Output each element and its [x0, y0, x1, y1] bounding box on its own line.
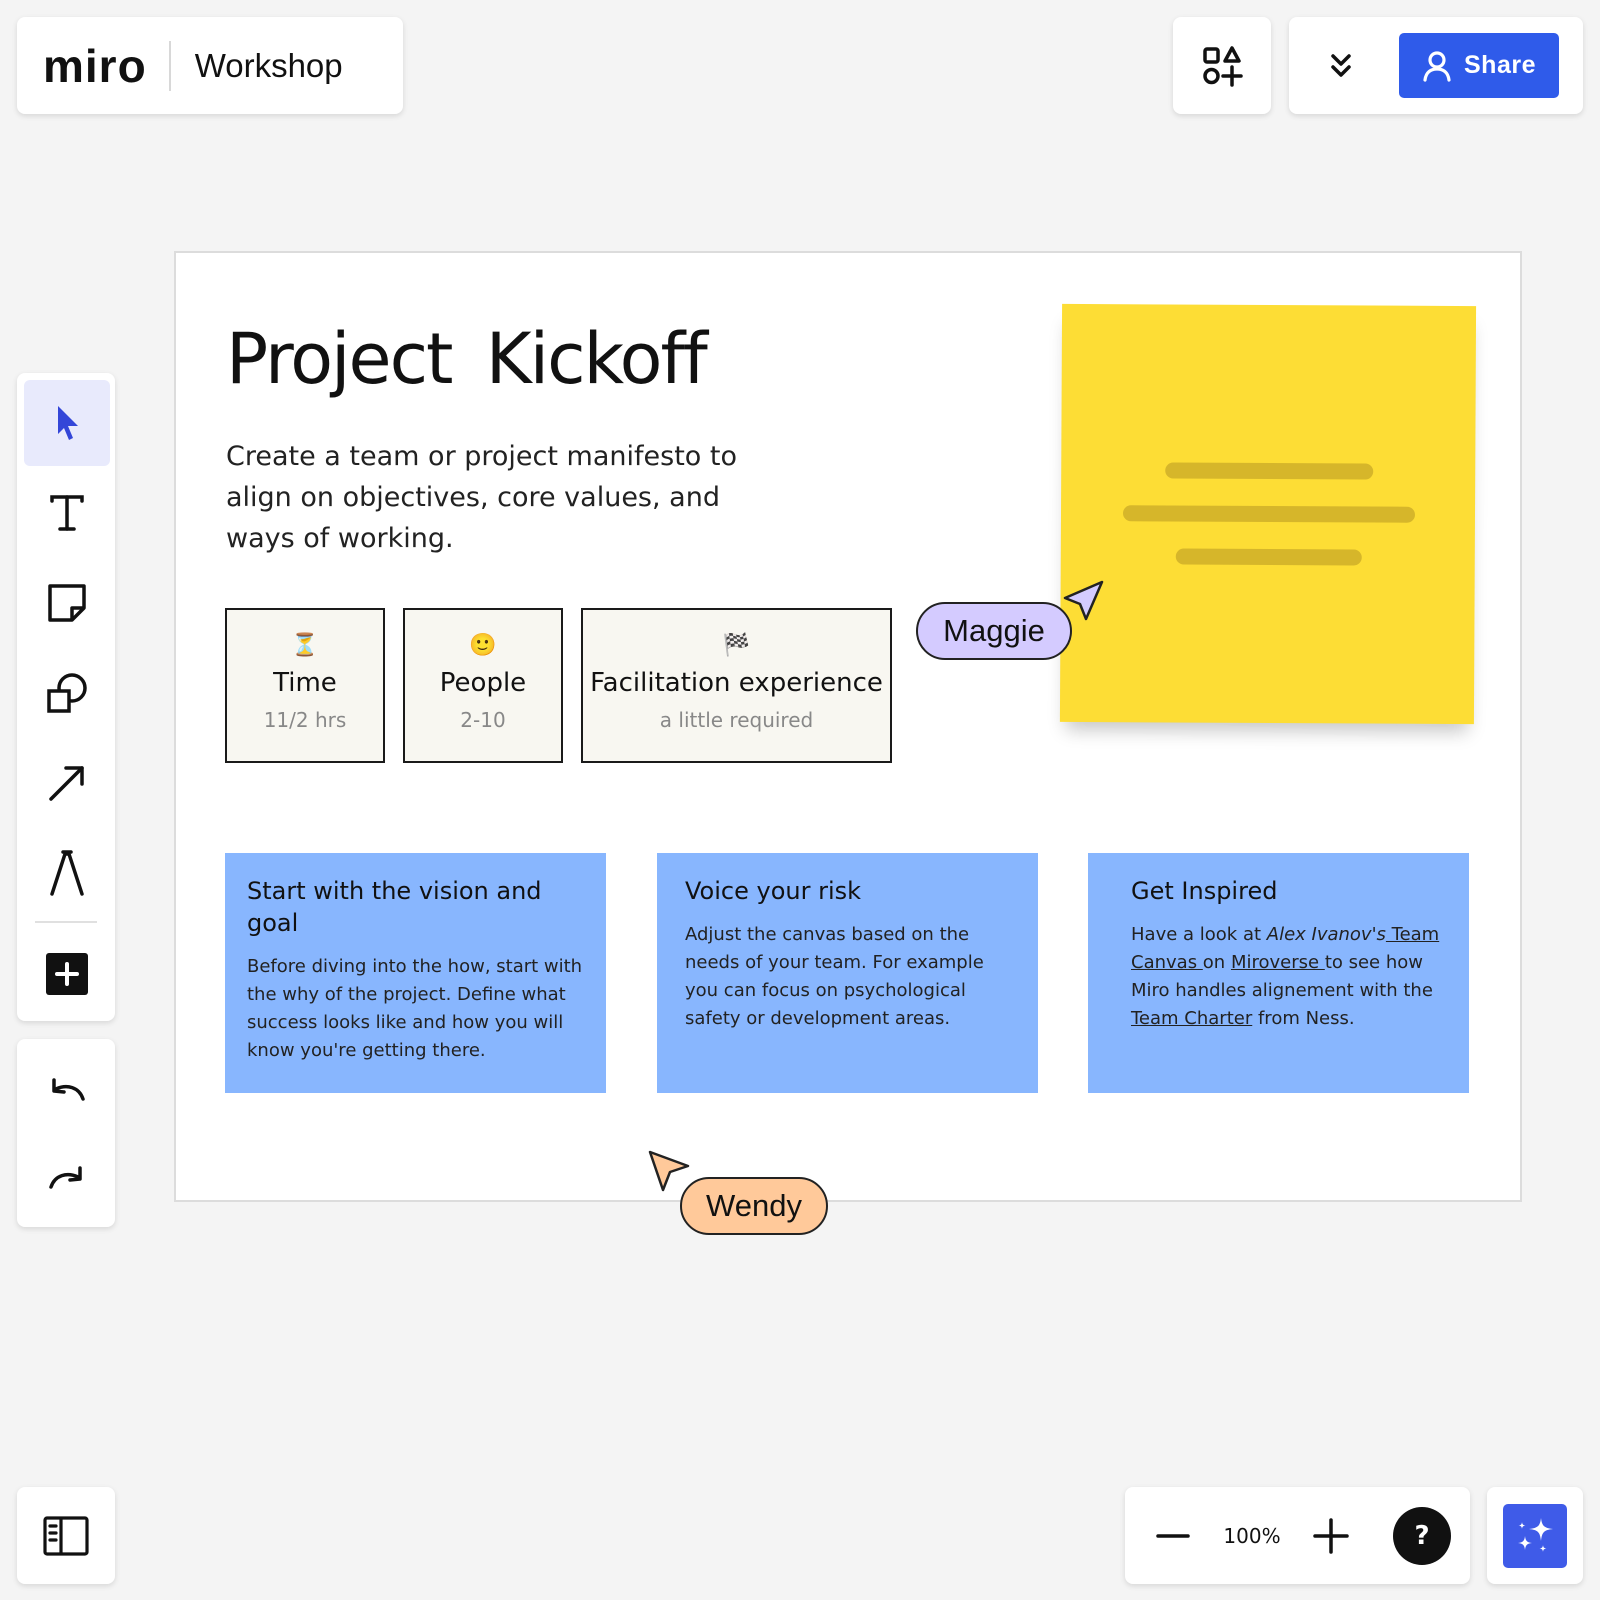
cursor-icon: [58, 406, 78, 440]
sidebar-toggle-button[interactable]: [17, 1487, 115, 1584]
checkered-flag-icon: 🏁: [722, 633, 751, 658]
zoom-out-button[interactable]: [1149, 1512, 1197, 1560]
collaborator-label-wendy: Wendy: [680, 1177, 828, 1235]
redo-icon: [49, 1166, 82, 1189]
header-divider: [168, 40, 171, 91]
maggie-cursor-icon: [1063, 580, 1104, 621]
sticky-text-placeholder: [1122, 505, 1416, 523]
card-body: Before diving into the how, start with t…: [247, 956, 583, 1061]
ai-assist-panel: [1487, 1487, 1583, 1584]
shapes-tool[interactable]: [24, 650, 110, 736]
undo-icon: [52, 1078, 85, 1101]
zoom-controls: 100% ?: [1125, 1487, 1470, 1584]
card-get-inspired[interactable]: Get Inspired Have a look at Alex Ivanov'…: [1088, 853, 1469, 1093]
left-toolbar: [17, 373, 115, 1021]
info-card-label: People: [439, 668, 527, 698]
zoom-in-button[interactable]: [1307, 1512, 1355, 1560]
info-card-value: 11/2 hrs: [263, 708, 347, 732]
frame-subtitle[interactable]: Create a team or project manifesto to al…: [226, 436, 756, 559]
yellow-sticky-note[interactable]: [1059, 303, 1477, 725]
chevrons-down-icon: [1331, 53, 1351, 77]
arrow-icon: [49, 766, 84, 801]
card-title: Voice your risk: [685, 877, 862, 905]
sticky-note-icon: [48, 584, 86, 622]
plus-icon: [1313, 1517, 1349, 1554]
pen-icon: [50, 850, 84, 896]
frame-title[interactable]: Project Kickoff: [226, 318, 708, 400]
info-card-facilitation[interactable]: 🏁 Facilitation experience a little requi…: [581, 608, 892, 763]
sticky-text-placeholder: [1165, 462, 1374, 480]
card-body-text: Have a look at: [1131, 924, 1267, 945]
miroverse-link[interactable]: Miroverse: [1231, 952, 1325, 973]
miro-logo[interactable]: miro: [43, 39, 147, 93]
hourglass-icon: ⏳: [291, 633, 319, 658]
history-toolbar: [17, 1039, 115, 1227]
collaborator-label-maggie: Maggie: [916, 602, 1072, 660]
sticky-note-tool[interactable]: [24, 560, 110, 646]
share-button[interactable]: Share: [1399, 33, 1559, 98]
wendy-cursor-icon: [648, 1150, 690, 1192]
card-title: Start with the vision and goal: [247, 877, 542, 937]
more-tools-button[interactable]: [24, 931, 110, 1017]
card-body: Have a look at Alex Ivanov's Team Canvas…: [1131, 921, 1451, 1033]
pen-tool[interactable]: [24, 830, 110, 916]
minus-icon: [1156, 1533, 1190, 1538]
share-label: Share: [1464, 51, 1536, 79]
apps-panel: [1173, 17, 1271, 114]
board-name[interactable]: Workshop: [195, 47, 343, 85]
expand-collaboration-button[interactable]: [1311, 36, 1371, 96]
redo-button[interactable]: [24, 1135, 110, 1221]
board-header: miro Workshop: [17, 17, 403, 114]
help-button[interactable]: ?: [1393, 1506, 1451, 1565]
text-tool[interactable]: [24, 470, 110, 556]
sparkles-icon: [1518, 1517, 1553, 1552]
author-name: Alex Ivanov's: [1266, 924, 1386, 945]
apps-button[interactable]: [1201, 45, 1243, 87]
info-card-people[interactable]: 🙂 People 2-10: [403, 608, 563, 763]
card-title: Get Inspired: [1131, 877, 1278, 905]
share-panel: Share: [1289, 17, 1583, 114]
sticky-text-placeholder: [1175, 548, 1362, 566]
info-card-time[interactable]: ⏳ Time 11/2 hrs: [225, 608, 385, 763]
arrow-tool[interactable]: [24, 740, 110, 826]
card-voice-risk[interactable]: Voice your risk Adjust the canvas based …: [657, 853, 1038, 1093]
ai-assist-button[interactable]: [1503, 1503, 1567, 1568]
card-body-text: on: [1202, 952, 1231, 973]
smiley-icon: 🙂: [469, 633, 497, 658]
info-card-label: Facilitation experience: [590, 668, 883, 698]
user-icon: [1423, 50, 1451, 82]
text-icon: [50, 495, 84, 531]
shapes-icon: [47, 673, 87, 713]
sidebar-icon: [43, 1515, 89, 1556]
shapes-apps-icon: [1203, 45, 1243, 87]
info-card-value: 2-10: [460, 708, 506, 732]
plus-square-icon: [46, 953, 88, 995]
undo-button[interactable]: [24, 1047, 110, 1133]
info-card-value: a little required: [659, 708, 814, 732]
team-charter-link[interactable]: Team Charter: [1131, 1008, 1252, 1029]
zoom-level[interactable]: 100%: [1197, 1524, 1307, 1548]
card-body-text: from Ness.: [1252, 1008, 1355, 1029]
card-vision-goal[interactable]: Start with the vision and goal Before di…: [225, 853, 606, 1093]
info-card-label: Time: [273, 668, 337, 698]
select-tool[interactable]: [24, 380, 110, 466]
card-body: Adjust the canvas based on the needs of …: [685, 924, 984, 1029]
toolbar-divider: [35, 921, 97, 923]
